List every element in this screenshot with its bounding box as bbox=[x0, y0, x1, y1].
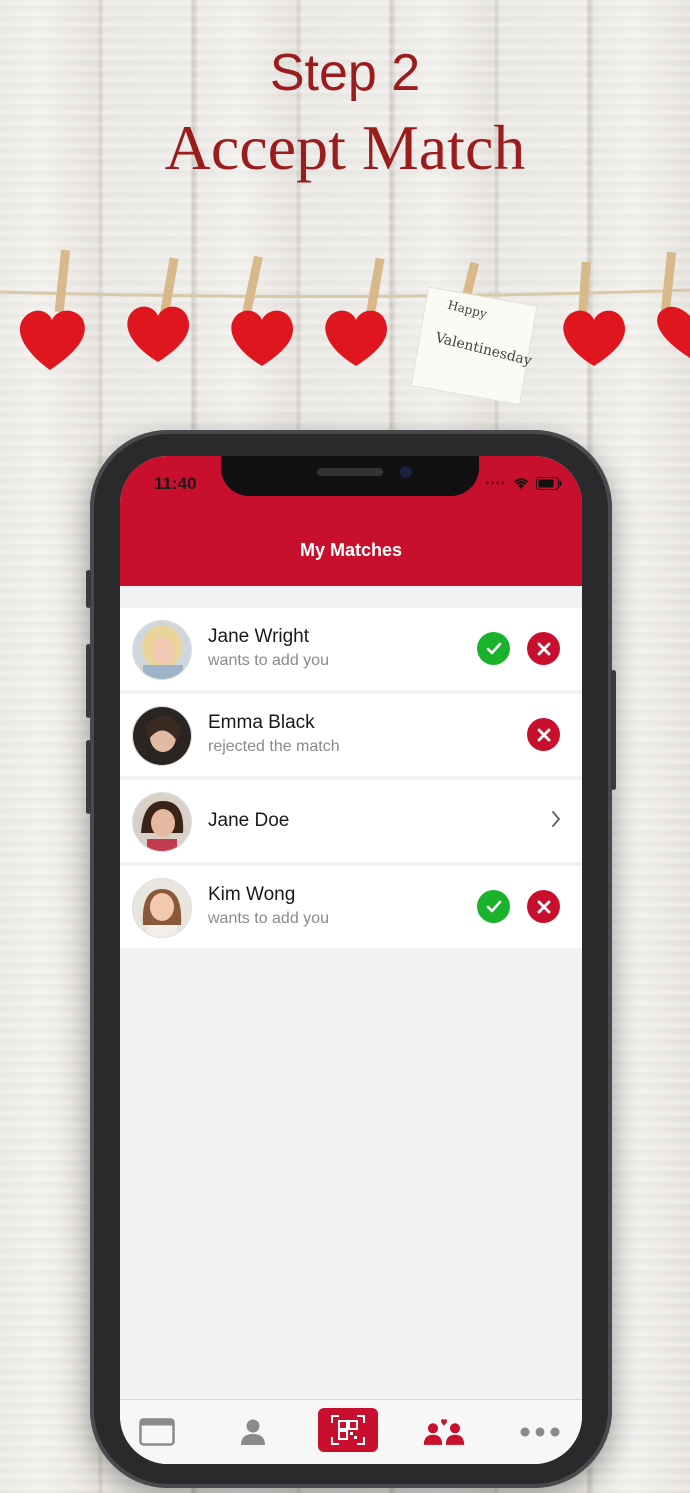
notch bbox=[221, 456, 479, 496]
front-camera bbox=[400, 466, 412, 478]
qr-scan-icon bbox=[331, 1415, 365, 1445]
match-status: wants to add you bbox=[208, 910, 329, 927]
nav-bar: My Matches bbox=[120, 516, 582, 586]
tab-browser[interactable] bbox=[135, 1410, 179, 1454]
promo-headline: Accept Match bbox=[164, 112, 526, 183]
match-name: Jane Wright bbox=[208, 626, 310, 647]
status-icons: •••• bbox=[485, 476, 562, 490]
step-label: Step 2 bbox=[269, 44, 421, 102]
more-dots-icon bbox=[520, 1427, 560, 1437]
status-bar: 11:40 •••• bbox=[120, 456, 582, 516]
avatar bbox=[132, 620, 192, 680]
browser-window-icon bbox=[139, 1418, 175, 1446]
chevron-right-icon[interactable] bbox=[550, 810, 562, 828]
hearts-garland: Happy Valentinesday bbox=[0, 249, 690, 406]
reject-button[interactable] bbox=[527, 632, 560, 665]
status-time: 11:40 bbox=[154, 474, 197, 493]
match-name: Jane Doe bbox=[208, 810, 290, 831]
app-screen: 11:40 •••• My Matches Jane Wright wants … bbox=[120, 456, 582, 1464]
match-name: Kim Wong bbox=[208, 884, 296, 905]
matches-couple-icon bbox=[423, 1419, 465, 1445]
accept-button[interactable] bbox=[477, 632, 510, 665]
phone-frame: 11:40 •••• My Matches Jane Wright wants … bbox=[86, 430, 616, 1488]
person-icon bbox=[241, 1419, 265, 1445]
avatar bbox=[132, 792, 192, 852]
promo-header: Step 2 Accept Match bbox=[0, 42, 690, 188]
match-row[interactable]: Kim Wong wants to add you bbox=[120, 866, 582, 948]
reject-button[interactable] bbox=[527, 890, 560, 923]
close-icon bbox=[537, 900, 550, 913]
tab-profile[interactable] bbox=[231, 1410, 275, 1454]
avatar bbox=[132, 706, 192, 766]
match-name: Emma Black bbox=[208, 712, 315, 733]
tab-matches[interactable] bbox=[422, 1410, 466, 1454]
avatar bbox=[132, 878, 192, 938]
wifi-icon bbox=[513, 477, 529, 489]
checkmark-icon bbox=[486, 642, 501, 654]
matches-list: Jane Wright wants to add you Emma Black … bbox=[120, 608, 582, 952]
match-row[interactable]: Jane Doe bbox=[120, 780, 582, 862]
screen-title: My Matches bbox=[299, 540, 403, 560]
match-status: wants to add you bbox=[208, 652, 329, 669]
speaker bbox=[317, 468, 383, 476]
tab-more[interactable] bbox=[518, 1410, 562, 1454]
silent-switch bbox=[86, 570, 91, 608]
checkmark-icon bbox=[486, 900, 501, 912]
heart-icon bbox=[19, 306, 690, 370]
match-status: rejected the match bbox=[208, 738, 340, 755]
volume-down-button bbox=[86, 740, 91, 814]
accept-button[interactable] bbox=[477, 890, 510, 923]
reject-button[interactable] bbox=[527, 718, 560, 751]
tab-bar bbox=[120, 1399, 582, 1464]
battery-icon bbox=[536, 476, 562, 490]
close-icon bbox=[537, 642, 550, 655]
match-row[interactable]: Jane Wright wants to add you bbox=[120, 608, 582, 690]
tab-scan[interactable] bbox=[318, 1408, 378, 1452]
signal-icon: •••• bbox=[485, 476, 506, 490]
close-icon bbox=[537, 728, 550, 741]
volume-up-button bbox=[86, 644, 91, 718]
power-button bbox=[611, 670, 616, 790]
match-row[interactable]: Emma Black rejected the match bbox=[120, 694, 582, 776]
